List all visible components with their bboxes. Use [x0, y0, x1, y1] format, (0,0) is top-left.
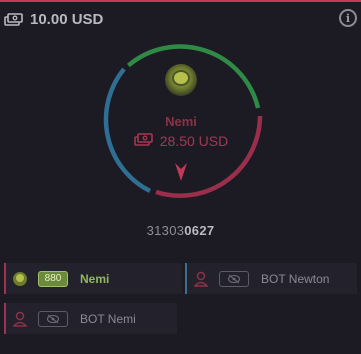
player-row-nemi[interactable]: 880 Nemi — [4, 263, 182, 294]
eye-off-icon — [219, 270, 249, 287]
bot-user-icon — [193, 270, 209, 288]
eye-off-icon — [38, 310, 68, 327]
player-row-bot-newton[interactable]: BOT Newton — [185, 263, 357, 294]
round-id-prefix: 31303 — [146, 223, 185, 238]
avatar-icon — [165, 64, 197, 96]
player-name: Nemi — [80, 271, 110, 286]
round-id: 313030627 — [0, 223, 361, 238]
round-id-suffix: 0627 — [184, 223, 215, 238]
pointer-arrow-icon — [175, 163, 187, 186]
player-name: BOT Nemi — [80, 311, 136, 326]
winner-amount-value: 28.50 USD — [159, 132, 229, 149]
money-stack-icon — [133, 131, 154, 150]
winner-amount: 28.50 USD — [96, 131, 266, 150]
avatar-icon — [12, 270, 28, 288]
player-name: BOT Newton — [261, 271, 330, 286]
winner-panel: Nemi 28.50 USD — [96, 64, 266, 214]
player-row-bot-nemi[interactable]: BOT Nemi — [4, 303, 177, 334]
winner-name: Nemi — [165, 114, 197, 129]
bot-user-icon — [12, 310, 28, 328]
level-badge: 880 — [38, 270, 68, 287]
